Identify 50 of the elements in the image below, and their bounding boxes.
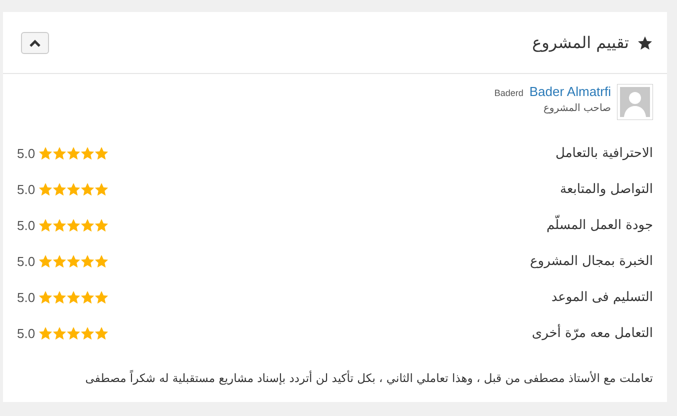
star-icon: [80, 146, 96, 160]
star-icon: [38, 146, 54, 160]
star-icon: [66, 326, 82, 340]
star-icon: [94, 218, 110, 232]
rating-score: 5.0: [17, 290, 36, 304]
star-icon: [38, 182, 54, 196]
star-icon: [52, 182, 68, 196]
user-role: صاحب المشروع: [543, 103, 611, 114]
rating-score: 5.0: [17, 218, 36, 232]
rating-label: التسليم فى الموعد: [551, 290, 653, 304]
rating-label: التواصل والمتابعة: [560, 182, 653, 196]
star-icon: [637, 34, 653, 50]
star-icon: [38, 290, 54, 304]
user-name-link[interactable]: Bader Almatrfi: [529, 84, 611, 99]
star-icon: [94, 290, 110, 304]
star-icon: [66, 254, 82, 268]
star-icon: [52, 218, 68, 232]
star-icon: [80, 326, 96, 340]
star-icon: [80, 182, 96, 196]
star-icon: [66, 182, 82, 196]
star-icon: [52, 254, 68, 268]
star-icon: [94, 182, 110, 196]
star-icon: [38, 218, 54, 232]
star-icon: [38, 254, 54, 268]
star-icon: [66, 146, 82, 160]
star-icon: [94, 326, 110, 340]
rating-score: 5.0: [17, 146, 36, 160]
rating-label: الخبرة بمجال المشروع: [530, 254, 653, 268]
chevron-up-icon: [29, 38, 41, 46]
collapse-button[interactable]: [21, 32, 49, 54]
star-icon: [52, 326, 68, 340]
username: Baderd: [494, 88, 524, 98]
rating-label: الاحترافية بالتعامل: [555, 146, 653, 160]
star-icon: [52, 290, 68, 304]
panel-title: تقييم المشروع: [532, 33, 629, 52]
review-comment: تعاملت مع الأستاذ مصطفى من قبل ، وهذا تعاملي الثاني ، بكل تأكيد لن أتردد بإسناد مشاريع مستقبلية له شكراً مصطفى: [84, 371, 653, 385]
star-icon: [52, 146, 68, 160]
star-icon: [94, 254, 110, 268]
star-icon: [66, 290, 82, 304]
star-icon: [80, 254, 96, 268]
star-icon: [80, 218, 96, 232]
star-icon: [66, 218, 82, 232]
rating-score: 5.0: [17, 326, 36, 340]
rating-score: 5.0: [17, 182, 36, 196]
avatar-icon: [617, 84, 653, 120]
star-icon: [80, 290, 96, 304]
rating-label: التعامل معه مرّة أخرى: [532, 326, 653, 340]
rating-score: 5.0: [17, 254, 36, 268]
star-icon: [94, 146, 110, 160]
star-icon: [38, 326, 54, 340]
